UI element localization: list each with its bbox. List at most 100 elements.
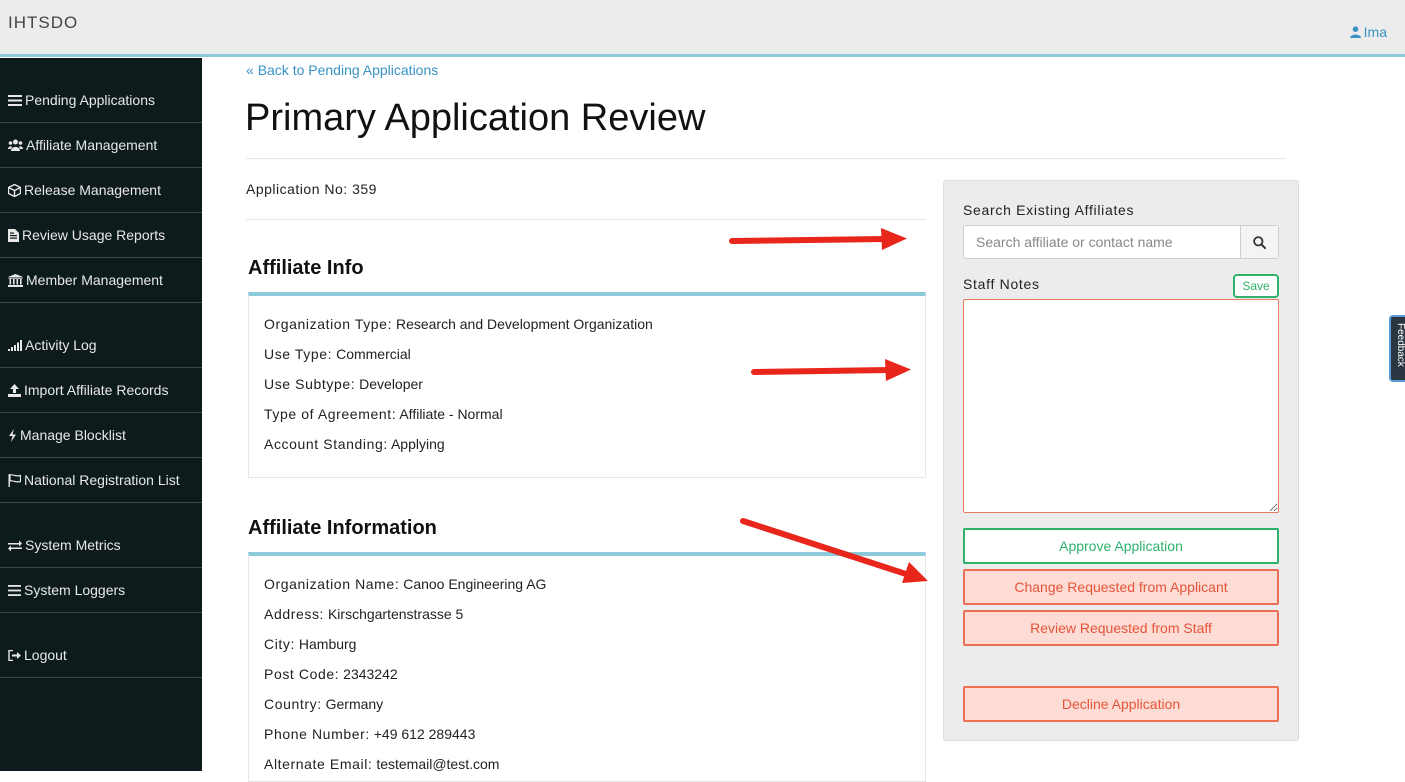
affiliate-information-heading: Affiliate Information — [248, 517, 437, 539]
upload-icon — [8, 383, 21, 397]
bars-icon — [8, 584, 21, 596]
flag-icon — [8, 473, 21, 487]
exchange-icon — [8, 540, 22, 551]
field-account-standing: Account Standing: Applying — [264, 436, 445, 452]
field-label: Type of Agreement: — [264, 406, 397, 422]
field-label: Post Code: — [264, 666, 340, 682]
sidebar-item-label: System Metrics — [25, 537, 121, 553]
sidebar-item-label: Activity Log — [25, 337, 97, 353]
bolt-icon — [9, 428, 16, 442]
sidebar-item-release-management[interactable]: Release Management — [0, 168, 202, 213]
field-value: Kirschgartenstrasse 5 — [327, 606, 464, 622]
double-chevron-left-icon: « — [246, 62, 254, 78]
save-notes-button[interactable]: Save — [1233, 274, 1279, 298]
field-address: Address: Kirschgartenstrasse 5 — [264, 606, 463, 622]
sidebar-item-label: Manage Blocklist — [20, 427, 126, 443]
field-label: Phone Number: — [264, 726, 370, 742]
sidebar-item-label: Pending Applications — [25, 92, 155, 108]
application-number-value: 359 — [352, 181, 377, 197]
sidebar-item-import-affiliate-records[interactable]: Import Affiliate Records — [0, 368, 202, 413]
feedback-label: Feedback — [1395, 323, 1405, 367]
field-organization-type: Organization Type: Research and Developm… — [264, 316, 653, 332]
search-affiliate-input[interactable] — [964, 226, 1241, 258]
sidebar-item-manage-blocklist[interactable]: Manage Blocklist — [0, 413, 202, 458]
decline-application-button[interactable]: Decline Application — [963, 686, 1279, 722]
application-number-label: Application No: — [246, 181, 348, 197]
sidebar-item-label: National Registration List — [24, 472, 180, 488]
sidebar-item-logout[interactable]: Logout — [0, 633, 202, 678]
sidebar-item-pending-applications[interactable]: Pending Applications — [0, 78, 202, 123]
page-title: Primary Application Review — [245, 97, 706, 139]
field-value: Hamburg — [298, 636, 357, 652]
list-icon — [8, 94, 22, 106]
search-group — [963, 225, 1279, 259]
affiliate-information-panel: Organization Name: Canoo Engineering AG … — [248, 552, 926, 782]
field-value: Affiliate - Normal — [399, 406, 503, 422]
sidebar: Pending Applications Affiliate Managemen… — [0, 58, 202, 771]
sidebar-item-label: Import Affiliate Records — [24, 382, 169, 398]
user-name: Ima — [1363, 24, 1387, 40]
field-label: Use Type: — [264, 346, 333, 362]
institution-icon — [8, 273, 23, 287]
back-link-label: Back to Pending Applications — [257, 62, 439, 78]
field-value: Canoo Engineering AG — [403, 576, 547, 592]
field-value: 2343242 — [343, 666, 398, 682]
field-label: Organization Name: — [264, 576, 400, 592]
approve-application-button[interactable]: Approve Application — [963, 528, 1279, 564]
user-icon — [1349, 26, 1361, 38]
field-phone-number: Phone Number: +49 612 289443 — [264, 726, 475, 742]
field-value: Developer — [359, 376, 423, 392]
sidebar-item-national-registration-list[interactable]: National Registration List — [0, 458, 202, 503]
field-value: Applying — [390, 436, 445, 452]
appno-divider — [246, 219, 926, 220]
field-label: Address: — [264, 606, 325, 622]
sidebar-item-label: Logout — [24, 647, 67, 663]
staff-notes-textarea[interactable] — [963, 299, 1279, 513]
affiliate-info-panel: Organization Type: Research and Developm… — [248, 292, 926, 478]
arrow-annotation-1 — [729, 228, 907, 250]
application-number: Application No: 359 — [246, 181, 377, 197]
user-menu[interactable]: Ima — [1349, 24, 1387, 40]
title-divider — [246, 158, 1286, 159]
sidebar-item-system-metrics[interactable]: System Metrics — [0, 523, 202, 568]
field-value: Commercial — [336, 346, 411, 362]
file-icon — [8, 228, 19, 242]
field-label: City: — [264, 636, 295, 652]
field-label: Alternate Email: — [264, 756, 373, 772]
affiliate-info-heading: Affiliate Info — [248, 257, 364, 279]
field-value: testemail@test.com — [376, 756, 500, 772]
sign-out-icon — [8, 649, 21, 661]
review-requested-button[interactable]: Review Requested from Staff — [963, 610, 1279, 646]
field-label: Organization Type: — [264, 316, 393, 332]
review-side-panel: Search Existing Affiliates Staff Notes S… — [943, 180, 1299, 741]
users-icon — [8, 139, 23, 151]
field-label: Country: — [264, 696, 322, 712]
brand-logo[interactable]: IHTSDO — [8, 13, 78, 33]
field-post-code: Post Code: 2343242 — [264, 666, 398, 682]
change-requested-button[interactable]: Change Requested from Applicant — [963, 569, 1279, 605]
sidebar-item-label: Review Usage Reports — [22, 227, 166, 243]
sidebar-item-member-management[interactable]: Member Management — [0, 258, 202, 303]
sidebar-item-system-loggers[interactable]: System Loggers — [0, 568, 202, 613]
field-label: Use Subtype: — [264, 376, 356, 392]
field-use-type: Use Type: Commercial — [264, 346, 411, 362]
search-button[interactable] — [1240, 226, 1278, 258]
back-to-pending-link[interactable]: « Back to Pending Applications — [246, 62, 438, 78]
cube-icon — [8, 183, 21, 197]
search-affiliates-label: Search Existing Affiliates — [963, 202, 1135, 218]
staff-notes-label: Staff Notes — [963, 276, 1040, 292]
signal-icon — [8, 339, 22, 351]
field-country: Country: Germany — [264, 696, 383, 712]
sidebar-item-label: Affiliate Management — [26, 137, 158, 153]
field-value: Research and Development Organization — [395, 316, 653, 332]
sidebar-item-affiliate-management[interactable]: Affiliate Management — [0, 123, 202, 168]
sidebar-item-label: Member Management — [26, 272, 163, 288]
feedback-tab[interactable]: Feedback — [1389, 315, 1405, 382]
field-alternate-email: Alternate Email: testemail@test.com — [264, 756, 499, 772]
field-value: +49 612 289443 — [373, 726, 476, 742]
field-type-of-agreement: Type of Agreement: Affiliate - Normal — [264, 406, 503, 422]
field-organization-name: Organization Name: Canoo Engineering AG — [264, 576, 546, 592]
sidebar-item-review-usage-reports[interactable]: Review Usage Reports — [0, 213, 202, 258]
field-city: City: Hamburg — [264, 636, 356, 652]
sidebar-item-activity-log[interactable]: Activity Log — [0, 323, 202, 368]
